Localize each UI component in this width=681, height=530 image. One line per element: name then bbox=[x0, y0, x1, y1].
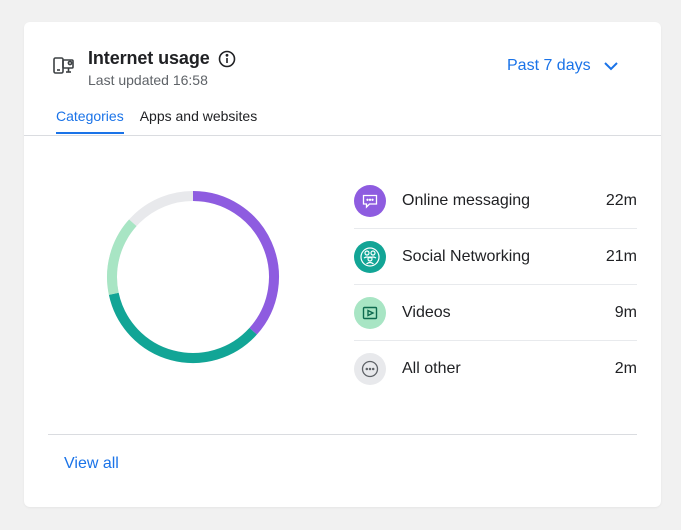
category-row-videos[interactable]: Videos 9m bbox=[354, 285, 637, 341]
donut-segment-online-messaging bbox=[192, 191, 279, 335]
more-dots-icon bbox=[354, 352, 386, 385]
tab-divider bbox=[24, 135, 661, 136]
date-range-label: Past 7 days bbox=[507, 57, 591, 74]
last-updated-text: Last updated 16:58 bbox=[88, 72, 208, 88]
category-label: Videos bbox=[402, 303, 451, 321]
category-value: 9m bbox=[614, 303, 637, 321]
donut-segment-social-networking bbox=[108, 292, 257, 363]
info-icon[interactable] bbox=[218, 50, 236, 68]
usage-donut-chart bbox=[107, 191, 279, 363]
category-list: Online messaging 22m Social Networking 2… bbox=[354, 173, 637, 396]
category-value: 22m bbox=[605, 191, 637, 209]
category-label: All other bbox=[402, 359, 461, 377]
category-label: Online messaging bbox=[402, 191, 531, 209]
tab-apps-and-websites[interactable]: Apps and websites bbox=[140, 108, 258, 134]
chat-bubble-icon bbox=[354, 184, 386, 217]
tab-categories[interactable]: Categories bbox=[56, 108, 124, 134]
device-icon bbox=[52, 54, 76, 78]
category-row-all-other[interactable]: All other 2m bbox=[354, 341, 637, 396]
footer-divider bbox=[48, 434, 637, 435]
internet-usage-card: Internet usage Last updated 16:58 Past 7… bbox=[24, 22, 661, 507]
tab-bar: Categories Apps and websites bbox=[56, 108, 273, 134]
title-row: Internet usage bbox=[88, 48, 236, 69]
category-label: Social Networking bbox=[402, 247, 531, 265]
category-row-social-networking[interactable]: Social Networking 21m bbox=[354, 229, 637, 285]
category-row-online-messaging[interactable]: Online messaging 22m bbox=[354, 173, 637, 229]
view-all-link[interactable]: View all bbox=[64, 455, 119, 473]
date-range-dropdown[interactable]: Past 7 days bbox=[507, 57, 619, 75]
donut-segment-videos bbox=[107, 219, 137, 295]
category-value: 21m bbox=[605, 247, 637, 265]
chevron-down-icon bbox=[603, 58, 619, 74]
people-icon bbox=[354, 240, 386, 273]
play-video-icon bbox=[354, 296, 386, 329]
category-value: 2m bbox=[614, 359, 637, 377]
card-title: Internet usage bbox=[88, 48, 210, 68]
